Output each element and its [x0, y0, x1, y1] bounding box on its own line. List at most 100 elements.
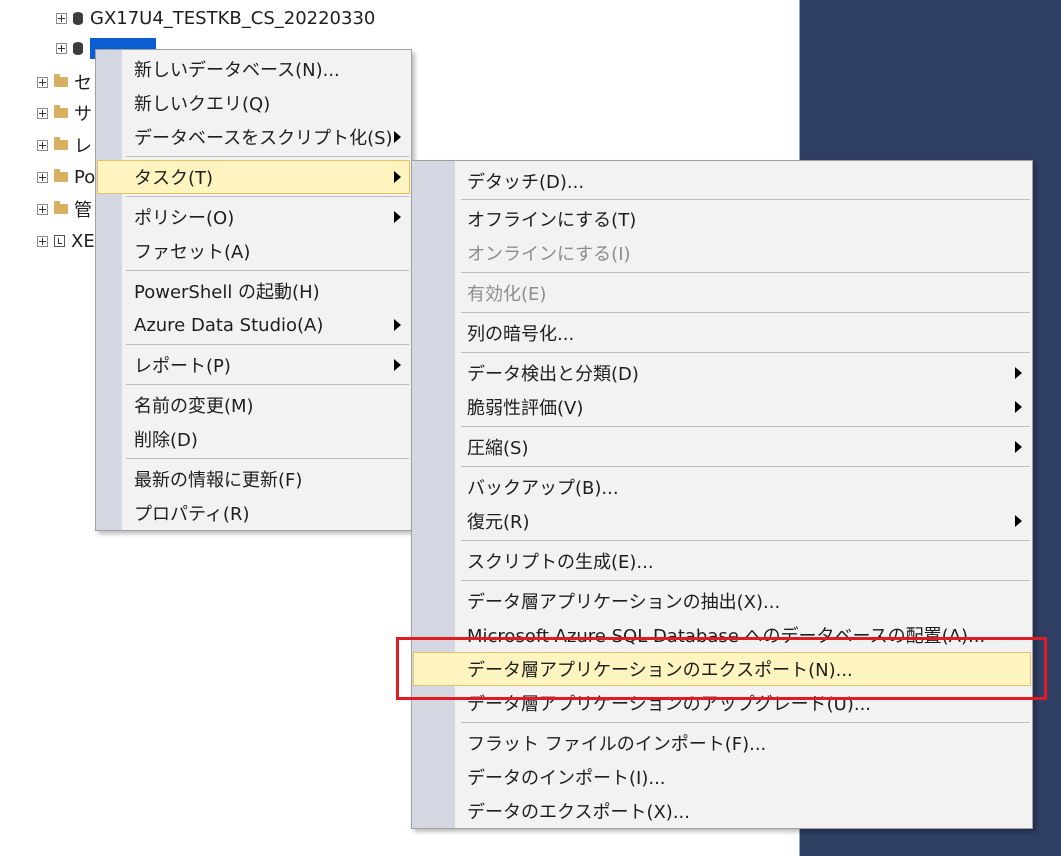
expand-icon[interactable]: [37, 203, 48, 215]
menu-item-bring-online[interactable]: オンラインにする(I): [412, 236, 1032, 270]
menu-item-label: レポート(P): [134, 356, 231, 377]
tree-node-folder[interactable]: レ: [37, 130, 92, 160]
tree-node-folder[interactable]: サ: [37, 98, 92, 128]
menu-separator: [126, 384, 409, 385]
menu-item-rename[interactable]: 名前の変更(M): [96, 388, 411, 422]
menu-item-label: オンラインにする(I): [467, 244, 631, 265]
menu-separator: [126, 196, 409, 197]
menu-item-script-database[interactable]: データベースをスクリプト化(S): [96, 120, 411, 154]
menu-item-reports[interactable]: レポート(P): [96, 348, 411, 382]
menu-item-label: 新しいクエリ(Q): [134, 94, 271, 115]
menu-item-new-database[interactable]: 新しいデータベース(N)...: [96, 52, 411, 86]
menu-item-label: データベースをスクリプト化(S): [134, 128, 393, 149]
submenu-arrow-icon: [394, 211, 401, 223]
folder-icon: [54, 74, 68, 87]
menu-item-label: ポリシー(O): [134, 208, 235, 229]
expand-icon[interactable]: [56, 42, 67, 54]
menu-item-restore[interactable]: 復元(R): [412, 504, 1032, 538]
menu-item-label: バックアップ(B)...: [467, 478, 619, 499]
tasks-submenu: デタッチ(D)... オフラインにする(T) オンラインにする(I) 有効化(E…: [411, 160, 1033, 829]
submenu-arrow-icon: [394, 171, 401, 183]
menu-item-encrypt-columns[interactable]: 列の暗号化...: [412, 316, 1032, 350]
tree-node-database[interactable]: GX17U4_TESTKB_CS_20220330: [56, 3, 375, 33]
folder-icon: [54, 169, 68, 182]
menu-item-extract-data-tier[interactable]: データ層アプリケーションの抽出(X)...: [412, 584, 1032, 618]
menu-item-label: Azure Data Studio(A): [134, 314, 324, 336]
menu-separator: [461, 540, 1030, 541]
menu-separator: [461, 466, 1030, 467]
menu-separator: [126, 270, 409, 271]
menu-item-label: プロパティ(R): [134, 504, 250, 525]
menu-item-label: PowerShell の起動(H): [134, 282, 320, 303]
expand-icon[interactable]: [37, 139, 48, 151]
menu-separator: [461, 722, 1030, 723]
menu-item-label: データのインポート(I)...: [467, 768, 666, 789]
submenu-arrow-icon: [1015, 515, 1022, 527]
database-icon: [73, 11, 83, 25]
menu-item-refresh[interactable]: 最新の情報に更新(F): [96, 462, 411, 496]
expand-icon[interactable]: [37, 76, 48, 88]
menu-item-properties[interactable]: プロパティ(R): [96, 496, 411, 530]
menu-item-azure-data-studio[interactable]: Azure Data Studio(A): [96, 308, 411, 342]
menu-item-tasks[interactable]: タスク(T): [97, 160, 410, 194]
submenu-arrow-icon: [1015, 401, 1022, 413]
menu-item-import-data[interactable]: データのインポート(I)...: [412, 760, 1032, 794]
menu-item-facets[interactable]: ファセット(A): [96, 234, 411, 268]
menu-item-label: 有効化(E): [467, 284, 547, 305]
tree-node-folder[interactable]: 管: [37, 194, 92, 224]
submenu-arrow-icon: [394, 131, 401, 143]
tree-node-label: レ: [74, 136, 92, 157]
menu-item-label: 新しいデータベース(N)...: [134, 60, 340, 81]
menu-item-policies[interactable]: ポリシー(O): [96, 200, 411, 234]
menu-item-backup[interactable]: バックアップ(B)...: [412, 470, 1032, 504]
menu-item-label: オフラインにする(T): [467, 210, 637, 231]
folder-icon: [54, 137, 68, 150]
tree-node-label: Po: [74, 166, 96, 188]
tree-node-xevent[interactable]: XE: [37, 226, 95, 256]
menu-item-import-flat-file[interactable]: フラット ファイルのインポート(F)...: [412, 726, 1032, 760]
menu-separator: [461, 312, 1030, 313]
menu-item-label: 圧縮(S): [467, 438, 529, 459]
menu-item-label: フラット ファイルのインポート(F)...: [467, 734, 767, 755]
folder-icon: [54, 201, 68, 214]
expand-icon[interactable]: [37, 107, 48, 119]
tree-node-label: セ: [74, 73, 92, 94]
menu-item-label: データ検出と分類(D): [467, 364, 639, 385]
submenu-arrow-icon: [1015, 367, 1022, 379]
tree-node-folder[interactable]: Po: [37, 162, 95, 192]
tree-node-label: GX17U4_TESTKB_CS_20220330: [90, 7, 376, 29]
menu-item-vulnerability-assessment[interactable]: 脆弱性評価(V): [412, 390, 1032, 424]
highlight-annotation-box: [396, 637, 1047, 700]
folder-icon: [54, 105, 68, 118]
database-icon: [73, 41, 83, 55]
menu-item-label: データのエクスポート(X)...: [467, 802, 690, 823]
menu-item-take-offline[interactable]: オフラインにする(T): [412, 202, 1032, 236]
tree-node-folder[interactable]: セ: [37, 67, 92, 97]
menu-item-generate-scripts[interactable]: スクリプトの生成(E)...: [412, 544, 1032, 578]
menu-separator: [461, 272, 1030, 273]
tree-node-label: 管: [74, 200, 92, 221]
menu-item-label: データ層アプリケーションの抽出(X)...: [467, 592, 781, 613]
menu-item-export-data[interactable]: データのエクスポート(X)...: [412, 794, 1032, 828]
menu-item-delete[interactable]: 削除(D): [96, 422, 411, 456]
menu-separator: [126, 344, 409, 345]
menu-item-detach[interactable]: デタッチ(D)...: [412, 164, 1032, 198]
menu-item-label: 最新の情報に更新(F): [134, 470, 303, 491]
menu-item-label: スクリプトの生成(E)...: [467, 552, 654, 573]
submenu-arrow-icon: [1015, 441, 1022, 453]
menu-item-label: 脆弱性評価(V): [467, 398, 584, 419]
menu-item-new-query[interactable]: 新しいクエリ(Q): [96, 86, 411, 120]
menu-item-enable[interactable]: 有効化(E): [412, 276, 1032, 310]
expand-icon[interactable]: [56, 12, 67, 24]
menu-item-label: 名前の変更(M): [134, 396, 254, 417]
expand-icon[interactable]: [37, 235, 48, 247]
menu-separator: [126, 156, 409, 157]
menu-item-start-powershell[interactable]: PowerShell の起動(H): [96, 274, 411, 308]
xevent-icon: [54, 235, 65, 247]
menu-separator: [461, 426, 1030, 427]
expand-icon[interactable]: [37, 171, 48, 183]
menu-item-label: 列の暗号化...: [467, 324, 575, 345]
menu-item-shrink[interactable]: 圧縮(S): [412, 430, 1032, 464]
menu-item-label: タスク(T): [134, 168, 214, 189]
menu-item-data-discovery[interactable]: データ検出と分類(D): [412, 356, 1032, 390]
